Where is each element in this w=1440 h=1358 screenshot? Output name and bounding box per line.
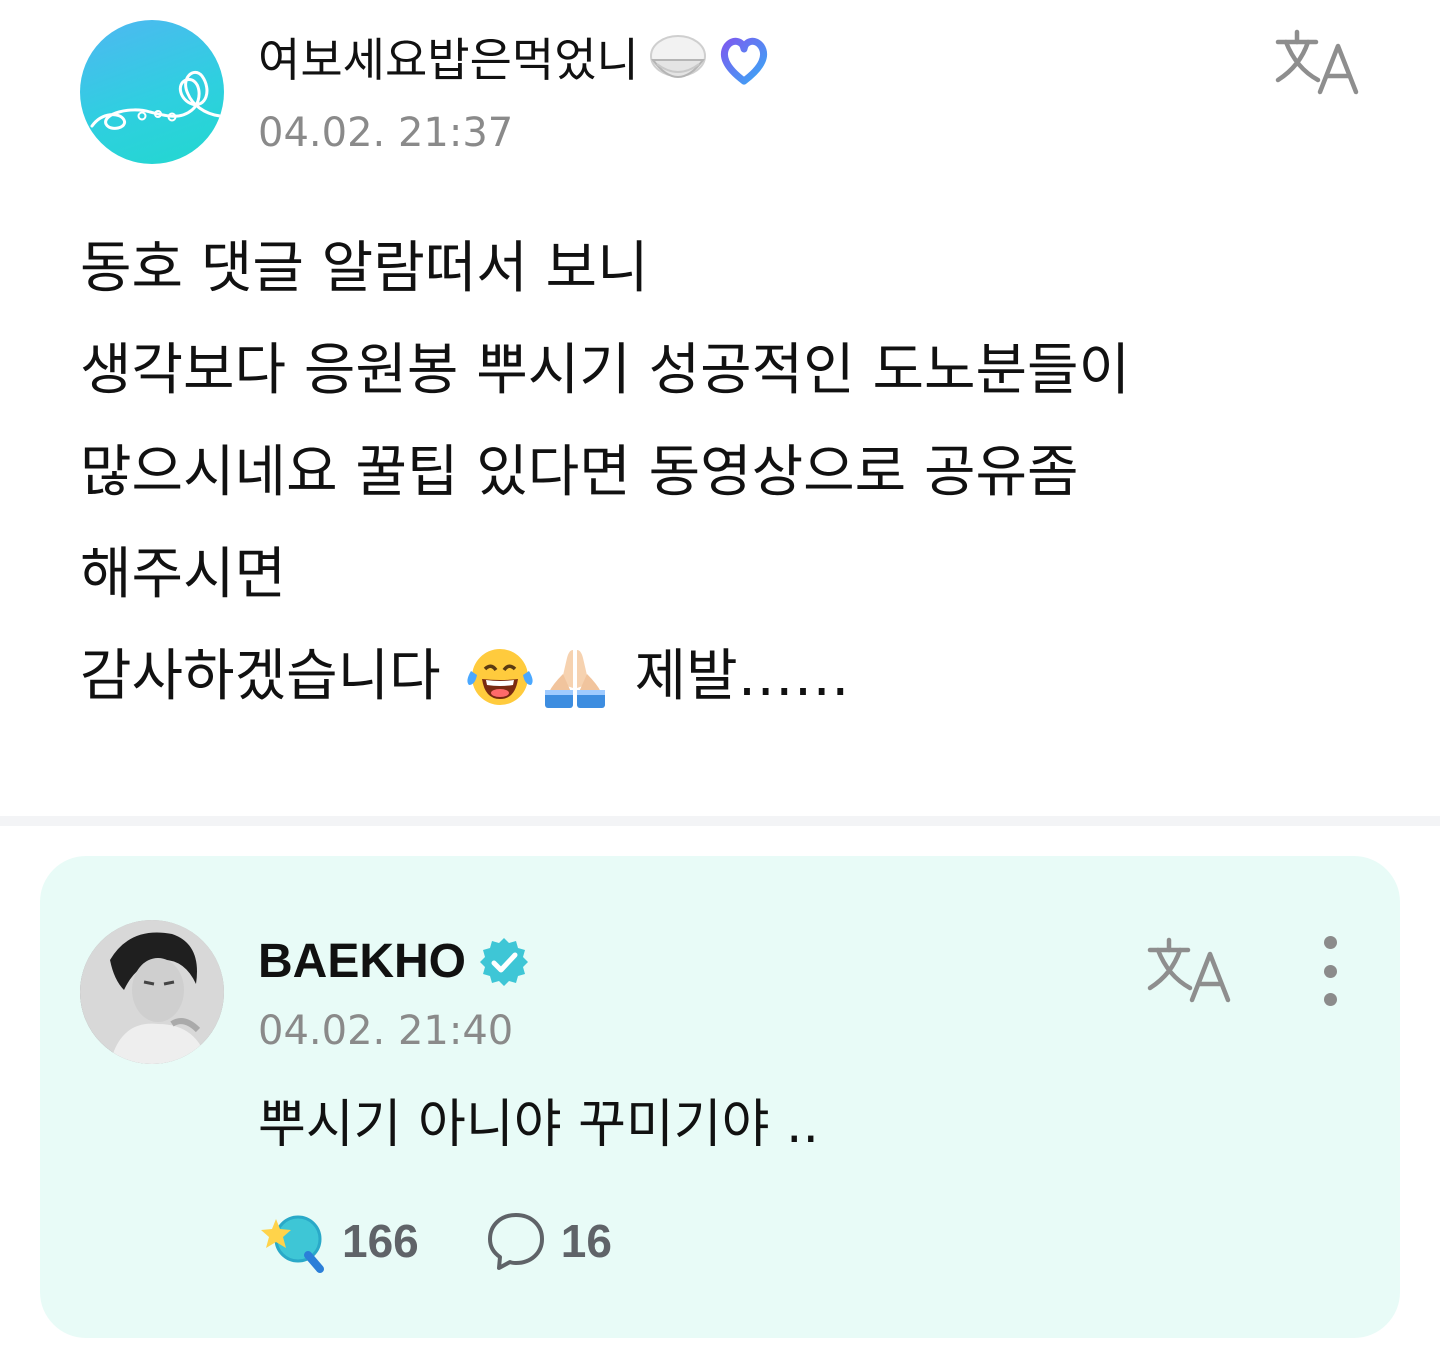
author-name-row[interactable]: 여보세요밥은먹었니 <box>258 30 771 90</box>
post-line: 해주시면 <box>80 542 287 607</box>
comment-bubble-icon <box>487 1213 544 1270</box>
post-line: 생각보다 응원봉 뿌시기 성공적인 도노분들이 <box>80 338 1131 403</box>
reply-text: 뿌시기 아니야 꾸미기야 .. <box>258 1095 820 1155</box>
artist-name-row[interactable]: BAEKHO <box>258 932 530 992</box>
artist-photo <box>80 920 224 1064</box>
more-dot <box>1323 936 1337 949</box>
post-line-text: 제발…… <box>634 644 850 709</box>
tears-of-joy-icon <box>467 649 533 705</box>
heart-badge-icon <box>720 37 767 85</box>
author-avatar[interactable] <box>80 20 224 164</box>
translate-button[interactable] <box>1272 24 1362 100</box>
post-line: 많으시네요 꿀팁 있다면 동영상으로 공유좀 <box>80 440 1079 505</box>
artist-reply-card: BAEKHO 04.02. 21:40 뿌시기 아니야 꾸미기야 .. 166 … <box>40 856 1400 1338</box>
more-options-icon[interactable] <box>1310 936 1350 1006</box>
post-last-line: 감사하겠습니다 제발…… <box>80 626 1380 728</box>
post-detail-screen: 여보세요밥은먹었니 04.02. 21:37 동호 댓글 알람떠서 보니 생각보… <box>0 0 1440 1358</box>
like-button[interactable]: 166 <box>258 1209 419 1273</box>
post-timestamp: 04.02. 21:37 <box>258 110 514 156</box>
lightstick-like-icon <box>261 1215 324 1273</box>
reply-timestamp: 04.02. 21:40 <box>258 1008 514 1054</box>
heart-logo-icon <box>90 70 222 130</box>
comment-count: 16 <box>560 1215 612 1267</box>
author-name: 여보세요밥은먹었니 <box>258 33 639 87</box>
reply-actions: 166 16 <box>258 1206 612 1276</box>
like-count: 166 <box>342 1215 419 1267</box>
more-dot <box>1323 993 1337 1006</box>
verified-icon <box>480 938 529 986</box>
rice-bowl-icon <box>649 35 706 78</box>
post-line: 동호 댓글 알람떠서 보니 <box>80 236 649 301</box>
fan-post: 여보세요밥은먹었니 04.02. 21:37 동호 댓글 알람떠서 보니 생각보… <box>0 0 1440 820</box>
artist-name: BAEKHO <box>258 935 467 988</box>
folded-hands-icon <box>544 650 605 708</box>
translate-icon <box>1147 937 1231 1003</box>
section-divider <box>0 816 1440 826</box>
more-dot <box>1323 964 1337 978</box>
post-line-text: 감사하겠습니다 <box>80 644 441 709</box>
post-body: 동호 댓글 알람떠서 보니 생각보다 응원봉 뿌시기 성공적인 도노분들이 많으… <box>80 218 1380 728</box>
translate-icon <box>1275 29 1359 95</box>
reply-translate-button[interactable] <box>1144 932 1234 1008</box>
comment-button[interactable]: 16 <box>485 1210 612 1272</box>
artist-avatar[interactable] <box>80 920 224 1064</box>
